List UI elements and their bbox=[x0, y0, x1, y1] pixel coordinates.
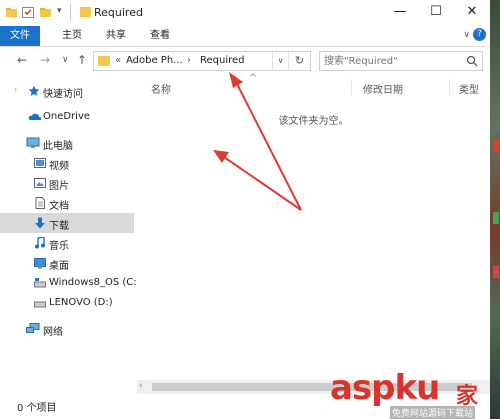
watermark-tagline: 免费网站源码下载站 bbox=[390, 406, 476, 419]
explorer-window: ▾ Required — ☐ ✕ 文件 主页 共享 查看 ∨ ? ← → ∨ ↑… bbox=[0, 0, 491, 419]
arrow-head-to-address bbox=[229, 72, 243, 88]
arrow-line-to-pane bbox=[223, 156, 302, 211]
watermark-logo: aspku 家 免费网站源码下载站 bbox=[330, 368, 500, 419]
arrow-line-to-address bbox=[235, 81, 302, 211]
edge-accent bbox=[493, 212, 499, 224]
arrow-head-to-pane bbox=[213, 150, 229, 163]
annotation-arrows bbox=[213, 72, 302, 211]
edge-accent bbox=[493, 140, 499, 152]
watermark-brand: aspku bbox=[330, 368, 440, 408]
edge-accent bbox=[493, 266, 499, 278]
desktop-background-edge bbox=[490, 0, 500, 419]
